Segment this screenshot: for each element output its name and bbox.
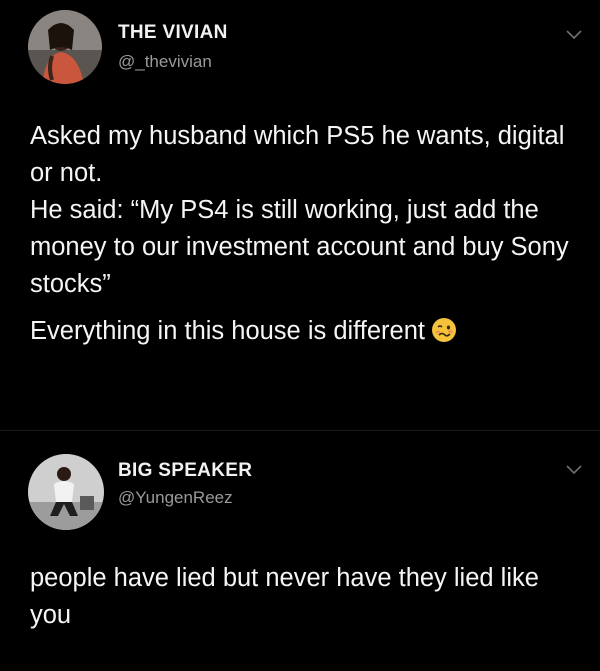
user-handle[interactable]: @_thevivian (118, 52, 212, 72)
avatar-yungenreez[interactable] (28, 454, 104, 530)
chevron-down-icon[interactable] (566, 465, 582, 475)
display-name[interactable]: BIG SPEAKER (118, 460, 252, 482)
tweet-paragraph-text: Everything in this house is different (30, 317, 426, 345)
display-name[interactable]: THE VIVIAN (118, 22, 228, 44)
woozy-face-icon (431, 317, 457, 354)
user-handle[interactable]: @YungenReez (118, 488, 233, 508)
tweet-paragraph: people have lied but never have they lie… (30, 564, 539, 629)
avatar-photo-icon (28, 10, 102, 84)
tweet-paragraph: Asked my husband which PS5 he wants, dig… (30, 122, 565, 187)
avatar-photo-icon (28, 454, 104, 530)
tweet-paragraph-last: Everything in this house is different (30, 313, 575, 354)
tweet-paragraph: He said: “My PS4 is still working, just … (30, 196, 569, 298)
tweet-text: people have lied but never have they lie… (30, 560, 575, 634)
tweet-text: Asked my husband which PS5 he wants, dig… (30, 118, 575, 354)
tweet-2: BIG SPEAKER @YungenReez people have lied… (0, 430, 600, 671)
tweet-1: THE VIVIAN @_thevivian Asked my husband … (0, 0, 600, 430)
chevron-down-icon[interactable] (566, 30, 582, 40)
avatar-thevivian[interactable] (28, 10, 102, 84)
